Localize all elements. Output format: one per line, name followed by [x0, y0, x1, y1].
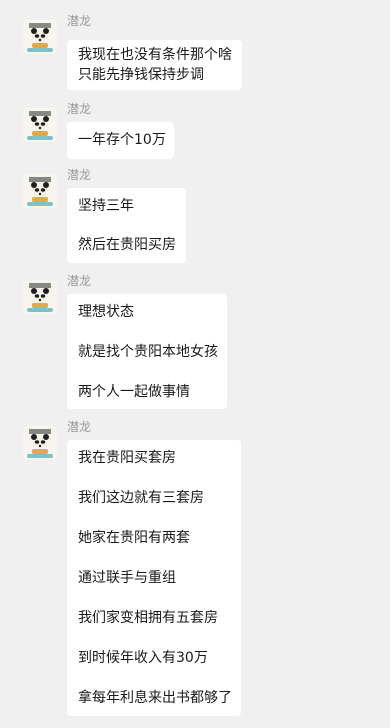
sender-name: 潜龙	[67, 14, 92, 28]
avatar[interactable]	[23, 426, 57, 460]
avatar[interactable]	[23, 20, 57, 54]
message-bubble[interactable]: 我现在也没有条件那个啥 只能先挣钱保持步调	[67, 40, 242, 90]
avatar[interactable]	[23, 280, 57, 314]
message-text: 我在贵阳买套房	[78, 450, 176, 466]
message-group: 潜龙 坚持三年 然后在贵阳买房	[0, 168, 390, 266]
cartoon-panda-avatar-icon	[23, 108, 57, 142]
message-text: 拿每年利息来出书都够了	[78, 690, 232, 706]
message-text: 坚持三年	[78, 198, 134, 214]
cartoon-panda-avatar-icon	[23, 280, 57, 314]
message-text: 通过联手与重组	[78, 570, 176, 586]
message-bubble[interactable]: 理想状态 就是找个贵阳本地女孩 两个人一起做事情	[67, 294, 227, 409]
message-text: 我现在也没有条件那个啥	[78, 47, 232, 63]
message-text: 一年存个10万	[78, 132, 166, 148]
sender-name: 潜龙	[67, 274, 92, 288]
message-text: 两个人一起做事情	[78, 384, 190, 400]
message-bubble[interactable]: 坚持三年 然后在贵阳买房	[67, 188, 186, 263]
message-bubble[interactable]: 一年存个10万	[67, 122, 174, 159]
message-group: 潜龙 我现在也没有条件那个啥 只能先挣钱保持步调	[0, 14, 390, 94]
cartoon-panda-avatar-icon	[23, 174, 57, 208]
sender-name: 潜龙	[67, 102, 92, 116]
message-text: 只能先挣钱保持步调	[78, 67, 204, 83]
message-text: 就是找个贵阳本地女孩	[78, 344, 218, 360]
sender-name: 潜龙	[67, 420, 92, 434]
message-bubble[interactable]: 我在贵阳买套房 我们这边就有三套房 她家在贵阳有两套 通过联手与重组 我们家变相…	[67, 440, 241, 716]
message-text: 到时候年收入有30万	[78, 650, 208, 666]
avatar[interactable]	[23, 174, 57, 208]
message-group: 潜龙 一年存个10万	[0, 102, 390, 162]
message-text: 她家在贵阳有两套	[78, 530, 190, 546]
sender-name: 潜龙	[67, 168, 92, 182]
avatar[interactable]	[23, 108, 57, 142]
message-text: 理想状态	[78, 304, 134, 320]
message-group: 潜龙 理想状态 就是找个贵阳本地女孩 两个人一起做事情	[0, 274, 390, 412]
message-text: 然后在贵阳买房	[78, 237, 176, 253]
message-text: 我们家变相拥有五套房	[78, 610, 218, 626]
message-text: 我们这边就有三套房	[78, 490, 204, 506]
cartoon-panda-avatar-icon	[23, 20, 57, 54]
chat-conversation: 潜龙 我现在也没有条件那个啥 只能先挣钱保持步调 潜龙 一年存个10万 潜龙 坚…	[0, 0, 390, 728]
message-group: 潜龙 我在贵阳买套房 我们这边就有三套房 她家在贵阳有两套 通过联手与重组 我们…	[0, 420, 390, 720]
cartoon-panda-avatar-icon	[23, 426, 57, 460]
